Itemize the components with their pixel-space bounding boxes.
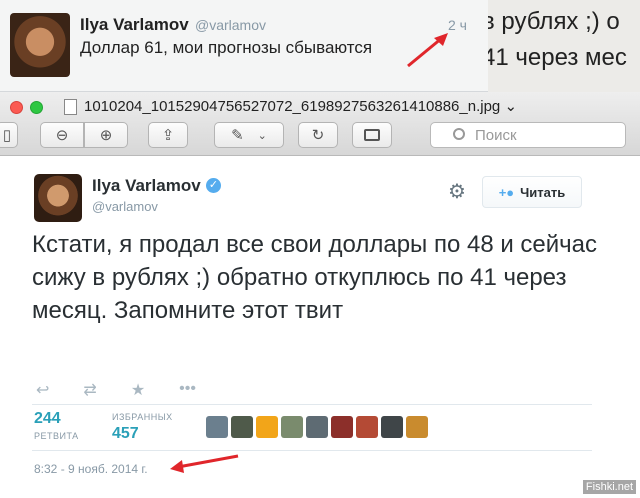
favoriter-avatar[interactable] <box>381 416 403 438</box>
search-icon <box>453 128 465 140</box>
top-tweet-avatar[interactable] <box>10 13 70 77</box>
follow-button[interactable]: +● Читать <box>482 176 582 208</box>
watermark: Fishki.net <box>582 480 636 494</box>
avatar[interactable] <box>34 174 82 222</box>
search-placeholder: Поиск <box>475 126 517 144</box>
reply-icon[interactable]: ↩ <box>36 380 49 400</box>
retweets-label: РЕТВИТА <box>34 431 79 441</box>
gear-icon[interactable]: ⚙ <box>448 179 466 204</box>
divider <box>32 404 592 405</box>
red-arrow-icon <box>407 33 448 68</box>
more-icon[interactable]: ••• <box>179 380 196 400</box>
toolbox-button[interactable] <box>352 122 392 148</box>
favorites-count[interactable]: 457 <box>112 425 139 443</box>
retweet-icon[interactable]: ⇄ <box>83 380 96 400</box>
favoriter-avatar[interactable] <box>406 416 428 438</box>
tweet-text: Кстати, я продал все свои доллары по 48 … <box>32 231 598 324</box>
close-window-button[interactable] <box>10 101 23 114</box>
tweet-card: Ilya Varlamov ✓ @varlamov ⚙ +● Читать Кс… <box>16 162 624 498</box>
top-tweet-handle[interactable]: @varlamov <box>195 17 266 33</box>
favoriter-avatar[interactable] <box>206 416 228 438</box>
background-line: в рублях ;) о <box>488 8 620 35</box>
chevron-down-icon: ⌄ <box>257 129 267 142</box>
zoom-in-icon: ⊕ <box>99 127 113 144</box>
divider <box>32 450 592 451</box>
red-arrow-icon <box>170 454 239 473</box>
top-tweet-text: Доллар 61, мои прогнозы сбываются <box>80 38 373 57</box>
preview-window: 1010204_10152904756527072_61989275632614… <box>0 92 640 498</box>
rotate-icon: ↻ <box>311 127 325 144</box>
search-input[interactable]: Поиск <box>430 122 626 148</box>
tweet-actions: ↩ ⇄ ★ ••• <box>36 380 196 400</box>
zoom-out-icon: ⊖ <box>55 127 69 144</box>
tweet-timestamp[interactable]: 8:32 - 9 нояб. 2014 г. <box>34 462 148 476</box>
retweets-count[interactable]: 244 <box>34 410 61 428</box>
sidebar-toggle-button[interactable]: ▯ <box>0 122 18 148</box>
share-icon: ⇪ <box>161 127 175 144</box>
tweet-author-handle[interactable]: @varlamov <box>92 199 158 214</box>
toolbox-icon <box>364 129 380 141</box>
favoriter-avatar[interactable] <box>306 416 328 438</box>
top-tweet: Ilya Varlamov @varlamov 2 ч Доллар 61, м… <box>0 0 488 92</box>
top-tweet-name[interactable]: Ilya Varlamov <box>80 15 189 35</box>
markup-button[interactable]: ✎ ⌄ <box>214 122 284 148</box>
rotate-button[interactable]: ↻ <box>298 122 338 148</box>
favoriter-avatar[interactable] <box>331 416 353 438</box>
favoriter-avatar[interactable] <box>356 416 378 438</box>
verified-icon: ✓ <box>206 178 221 193</box>
zoom-in-button[interactable]: ⊕ <box>84 122 128 148</box>
favoriter-avatar[interactable] <box>281 416 303 438</box>
background-page: в рублях ;) о 41 через мес <box>488 0 640 92</box>
screenshot-root: Ilya Varlamov @varlamov 2 ч Доллар 61, м… <box>0 0 640 498</box>
add-user-icon: +● <box>498 184 515 200</box>
background-line: 41 через мес <box>488 44 627 71</box>
share-button[interactable]: ⇪ <box>148 122 188 148</box>
zoom-out-button[interactable]: ⊖ <box>40 122 84 148</box>
sidebar-icon: ▯ <box>2 127 12 144</box>
window-title[interactable]: 1010204_10152904756527072_61989275632614… <box>84 97 517 115</box>
favorites-label: ИЗБРАННЫХ <box>112 412 173 422</box>
zoom-window-button[interactable] <box>30 101 43 114</box>
favoriter-avatar[interactable] <box>231 416 253 438</box>
favorite-icon[interactable]: ★ <box>131 380 145 400</box>
favorited-by-avatars <box>206 416 428 438</box>
follow-label: Читать <box>520 184 566 200</box>
file-icon <box>64 99 77 115</box>
favoriter-avatar[interactable] <box>256 416 278 438</box>
tweet-author-name[interactable]: Ilya Varlamov <box>92 176 201 196</box>
window-titlebar: 1010204_10152904756527072_61989275632614… <box>0 92 640 156</box>
pen-icon: ✎ <box>231 127 244 144</box>
